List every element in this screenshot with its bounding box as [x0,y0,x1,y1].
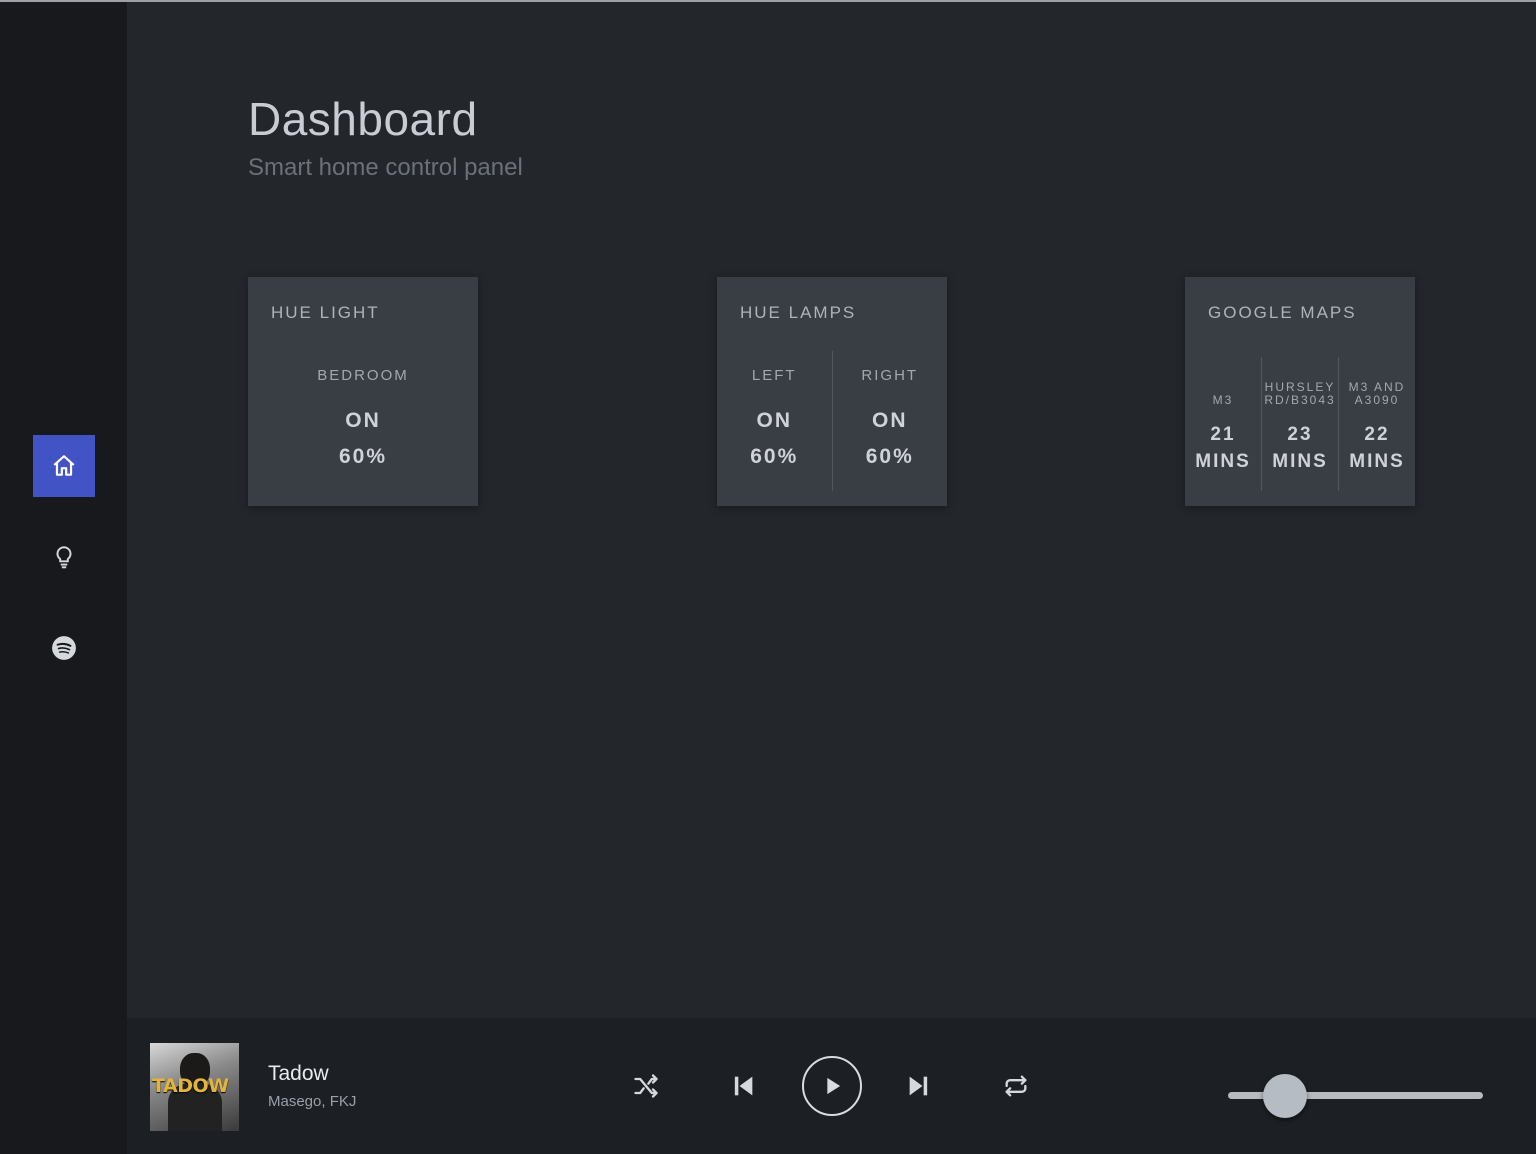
google-maps-card[interactable]: GOOGLE MAPS M3 21 MINS HURSLEY RD/B3043 2… [1185,277,1415,506]
route-time: 23 [1287,424,1313,445]
page-title: Dashboard [248,93,478,145]
route-hursley[interactable]: HURSLEY RD/B3043 23 MINS [1261,357,1338,491]
sidebar-item-home[interactable] [33,435,95,497]
play-icon [827,1077,841,1095]
zone-level: 60% [865,445,914,468]
zone-label: BEDROOM [317,367,409,384]
zone-level: 60% [338,445,388,468]
route-label: HURSLEY RD/B3043 [1264,380,1336,407]
hue-light-card[interactable]: HUE LIGHT BEDROOM ON 60% [248,277,478,506]
home-icon [53,455,75,476]
lamp-zone-right[interactable]: RIGHT ON 60% [831,351,948,491]
next-icon [909,1076,928,1096]
next-button[interactable] [905,1072,933,1100]
card-title: GOOGLE MAPS [1208,303,1357,322]
page-subtitle: Smart home control panel [248,154,523,181]
lightbulb-icon [56,546,72,569]
track-artist: Masego, FKJ [268,1093,357,1110]
zone-state: ON [345,409,381,432]
previous-icon [734,1076,753,1096]
route-label: M3 [1212,393,1234,407]
route-label: M3 AND A3090 [1348,380,1406,407]
track-title: Tadow [268,1062,329,1085]
card-title: HUE LAMPS [740,303,857,322]
album-art[interactable]: TADOW [150,1043,239,1131]
hue-lamps-card[interactable]: HUE LAMPS LEFT ON 60% RIGHT ON 60% [717,277,947,506]
route-unit: MINS [1272,451,1328,472]
music-player-bar: TADOW Tadow Masego, FKJ [127,1018,1536,1154]
route-time: 21 [1210,424,1236,445]
zone-state: ON [872,409,908,432]
zone-label: LEFT [751,367,797,384]
route-unit: MINS [1349,451,1405,472]
main-content: Dashboard Smart home control panel HUE L… [127,2,1536,1018]
previous-button[interactable] [729,1072,757,1100]
sidebar-item-lights[interactable] [33,526,95,588]
shuffle-button[interactable] [632,1072,660,1100]
lamp-zone-left[interactable]: LEFT ON 60% [717,351,832,491]
zone-label: RIGHT [861,367,919,384]
card-title: HUE LIGHT [271,303,380,322]
repeat-button[interactable] [1002,1072,1030,1100]
play-button[interactable] [802,1056,862,1116]
repeat-icon [1005,1075,1027,1097]
zone-state: ON [756,409,792,432]
route-m3[interactable]: M3 21 MINS [1185,357,1261,491]
sidebar [0,2,127,1154]
sidebar-item-spotify[interactable] [33,617,95,679]
spotify-icon [52,636,76,660]
route-unit: MINS [1195,451,1251,472]
volume-slider-thumb[interactable] [1263,1074,1307,1118]
shuffle-icon [634,1074,658,1098]
zone-level: 60% [750,445,799,468]
route-m3-a3090[interactable]: M3 AND A3090 22 MINS [1338,357,1415,491]
route-time: 22 [1364,424,1390,445]
album-art-text: TADOW [152,1075,229,1097]
light-zone-bedroom[interactable]: BEDROOM ON 60% [248,351,478,491]
